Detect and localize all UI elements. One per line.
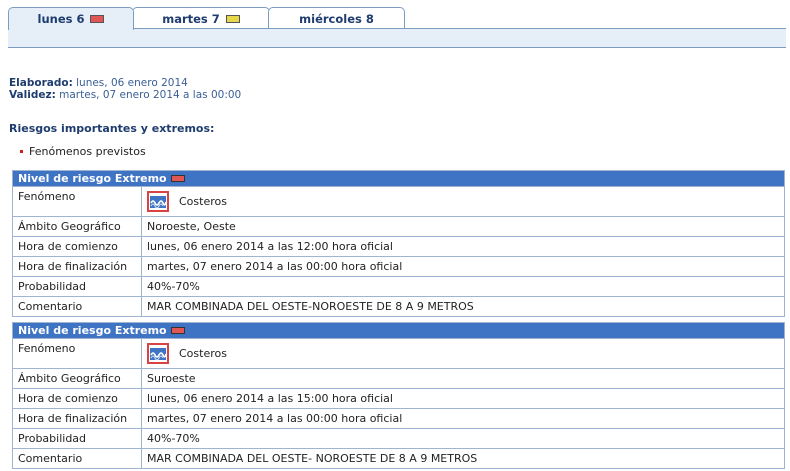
risk-swatch-icon bbox=[170, 175, 185, 182]
table-row: Probabilidad 40%-70% bbox=[13, 276, 784, 296]
row-label: Comentario bbox=[13, 449, 142, 468]
table-row: Ámbito Geográfico Suroeste bbox=[13, 368, 784, 388]
tab-martes[interactable]: martes 7 bbox=[132, 7, 270, 29]
bulletin-meta: Elaborado: lunes, 06 enero 2014 Validez:… bbox=[9, 77, 241, 101]
row-value: Suroeste bbox=[147, 372, 196, 385]
row-label: Hora de comienzo bbox=[13, 389, 142, 408]
row-value: Noroeste, Oeste bbox=[147, 220, 236, 233]
table-row: Hora de finalización martes, 07 enero 20… bbox=[13, 256, 784, 276]
table-row: Comentario MAR COMBINADA DEL OESTE-NOROE… bbox=[13, 296, 784, 316]
table-row: Ámbito Geográfico Noroeste, Oeste bbox=[13, 216, 784, 236]
row-label: Fenómeno bbox=[13, 187, 142, 216]
risk-header-label: Nivel de riesgo Extremo bbox=[18, 324, 167, 337]
row-value: martes, 07 enero 2014 a las 00:00 hora o… bbox=[147, 412, 403, 425]
phenomena-bullet: Fenómenos previstos bbox=[20, 145, 146, 158]
table-row: Fenómeno Costeros bbox=[13, 186, 784, 216]
risk-swatch-icon bbox=[225, 14, 240, 23]
table-row: Hora de comienzo lunes, 06 enero 2014 a … bbox=[13, 236, 784, 256]
risk-header-label: Nivel de riesgo Extremo bbox=[18, 172, 167, 185]
tab-label: lunes 6 bbox=[37, 12, 85, 26]
risk-header: Nivel de riesgo Extremo bbox=[13, 323, 784, 338]
row-label: Fenómeno bbox=[13, 339, 142, 368]
phenomenon-name: Costeros bbox=[179, 195, 227, 208]
row-value: Costeros bbox=[142, 187, 784, 216]
tab-lunes[interactable]: lunes 6 bbox=[8, 7, 134, 30]
coastal-waves-icon bbox=[147, 191, 169, 212]
risk-block-1: Nivel de riesgo Extremo Fenómeno Costero… bbox=[12, 170, 785, 317]
row-value: lunes, 06 enero 2014 a las 12:00 hora of… bbox=[147, 240, 393, 253]
tab-label: miércoles 8 bbox=[299, 11, 374, 26]
row-value: Costeros bbox=[142, 339, 784, 368]
tab-panel-band bbox=[8, 28, 786, 48]
bullet-text: Fenómenos previstos bbox=[29, 145, 146, 158]
phenomenon-name: Costeros bbox=[179, 347, 227, 360]
row-value: martes, 07 enero 2014 a las 00:00 hora o… bbox=[147, 260, 403, 273]
row-label: Comentario bbox=[13, 297, 142, 316]
validez-label: Validez: bbox=[9, 89, 56, 101]
row-value: 40%-70% bbox=[147, 432, 200, 445]
table-row: Hora de comienzo lunes, 06 enero 2014 a … bbox=[13, 388, 784, 408]
row-label: Probabilidad bbox=[13, 429, 142, 448]
day-tabs: lunes 6 martes 7 miércoles 8 bbox=[8, 7, 786, 30]
section-title: Riesgos importantes y extremos: bbox=[9, 122, 215, 135]
row-label: Hora de finalización bbox=[13, 409, 142, 428]
elaborado-label: Elaborado: bbox=[9, 77, 73, 89]
risk-header: Nivel de riesgo Extremo bbox=[13, 171, 784, 186]
table-row: Hora de finalización martes, 07 enero 20… bbox=[13, 408, 784, 428]
risk-swatch-icon bbox=[90, 15, 105, 23]
tab-miercoles[interactable]: miércoles 8 bbox=[268, 7, 405, 29]
validez-line: Validez: martes, 07 enero 2014 a las 00:… bbox=[9, 89, 241, 101]
row-label: Hora de finalización bbox=[13, 257, 142, 276]
row-value: lunes, 06 enero 2014 a las 15:00 hora of… bbox=[147, 392, 393, 405]
tab-label: martes 7 bbox=[162, 11, 220, 26]
row-label: Probabilidad bbox=[13, 277, 142, 296]
coastal-waves-icon bbox=[147, 343, 169, 364]
bullet-icon bbox=[20, 150, 23, 153]
row-value: MAR COMBINADA DEL OESTE-NOROESTE DE 8 A … bbox=[147, 300, 474, 313]
risk-swatch-icon bbox=[170, 327, 185, 334]
table-row: Probabilidad 40%-70% bbox=[13, 428, 784, 448]
elaborado-value: lunes, 06 enero 2014 bbox=[76, 77, 188, 89]
row-value: 40%-70% bbox=[147, 280, 200, 293]
row-label: Hora de comienzo bbox=[13, 237, 142, 256]
validez-value: martes, 07 enero 2014 a las 00:00 bbox=[59, 89, 242, 101]
row-label: Ámbito Geográfico bbox=[13, 369, 142, 388]
table-row: Fenómeno Costeros bbox=[13, 338, 784, 368]
row-value: MAR COMBINADA DEL OESTE- NOROESTE DE 8 A… bbox=[147, 452, 478, 465]
elaborado-line: Elaborado: lunes, 06 enero 2014 bbox=[9, 77, 241, 89]
row-label: Ámbito Geográfico bbox=[13, 217, 142, 236]
table-row: Comentario MAR COMBINADA DEL OESTE- NORO… bbox=[13, 448, 784, 468]
risk-block-2: Nivel de riesgo Extremo Fenómeno Costero… bbox=[12, 322, 785, 469]
